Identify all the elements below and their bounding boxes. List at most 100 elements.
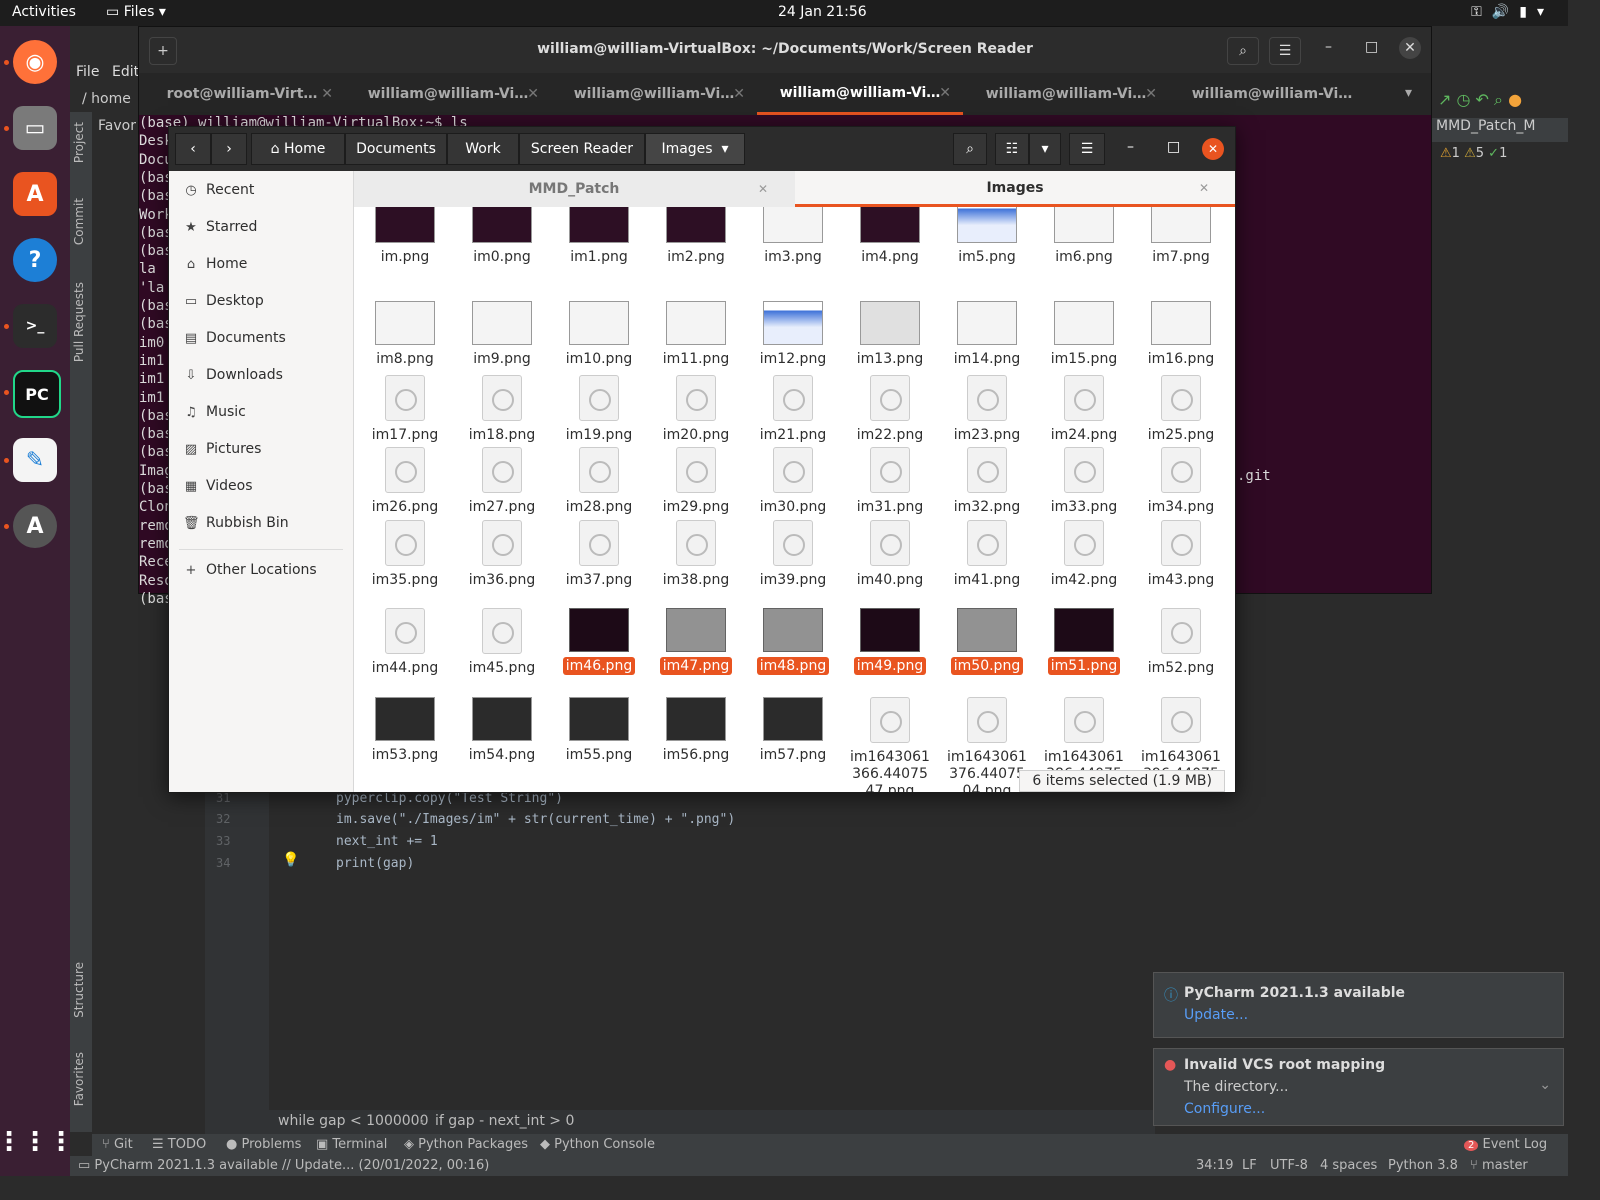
file-item[interactable]: im44.png: [358, 608, 452, 677]
sidebar-item-music[interactable]: ♫ Music: [169, 395, 353, 432]
path-images[interactable]: Images ▾: [645, 133, 745, 165]
file-item[interactable]: im30.png: [746, 447, 840, 516]
tabs-dropdown-icon[interactable]: ▾: [1405, 85, 1412, 101]
line-separator[interactable]: LF: [1242, 1158, 1257, 1173]
update-link[interactable]: Update...: [1184, 1007, 1248, 1023]
file-item[interactable]: im.png: [358, 207, 452, 266]
close-tab-icon[interactable]: ✕: [733, 86, 745, 102]
search-icon[interactable]: ⌕: [953, 133, 987, 165]
file-item[interactable]: im43.png: [1134, 520, 1228, 589]
close-tab-icon[interactable]: ✕: [527, 86, 539, 102]
close-tab-icon[interactable]: ✕: [1145, 86, 1157, 102]
path-work[interactable]: Work: [447, 133, 519, 165]
file-item[interactable]: im46.png: [552, 608, 646, 675]
event-log-button[interactable]: 2 Event Log: [1464, 1137, 1547, 1152]
notification-update[interactable]: ⓘ PyCharm 2021.1.3 available Update...: [1153, 972, 1564, 1038]
indent-setting[interactable]: 4 spaces: [1320, 1158, 1377, 1173]
file-item[interactable]: im51.png: [1037, 608, 1131, 675]
file-item[interactable]: im47.png: [649, 608, 743, 675]
tab-images[interactable]: Images ✕: [795, 171, 1235, 207]
clock[interactable]: 24 Jan 21:56: [778, 4, 867, 20]
file-item[interactable]: im35.png: [358, 520, 452, 589]
path-documents[interactable]: Documents: [345, 133, 447, 165]
file-item[interactable]: im40.png: [843, 520, 937, 589]
file-item[interactable]: im3.png: [746, 207, 840, 266]
crumb-if[interactable]: if gap - next_int > 0: [435, 1113, 574, 1129]
git-tool-button[interactable]: ⑂ Git: [102, 1137, 133, 1152]
file-item[interactable]: im56.png: [649, 697, 743, 764]
python-packages-button[interactable]: ◈ Python Packages: [404, 1137, 528, 1152]
firefox-icon[interactable]: ◉: [13, 40, 57, 84]
files-window[interactable]: ‹ › ⌂ Home Documents Work Screen Reader …: [168, 126, 1236, 793]
close-icon[interactable]: ✕: [1202, 138, 1224, 160]
code-line[interactable]: im.save("./Images/im" + str(current_time…: [336, 812, 735, 827]
search-icon[interactable]: ⌕: [1227, 37, 1259, 65]
file-item[interactable]: im20.png: [649, 375, 743, 444]
hamburger-menu-icon[interactable]: ☰: [1269, 37, 1301, 65]
file-item[interactable]: im2.png: [649, 207, 743, 266]
file-item[interactable]: im14.png: [940, 301, 1034, 368]
hamburger-menu-icon[interactable]: ☰: [1069, 133, 1105, 165]
list-view-icon[interactable]: ☷: [995, 133, 1029, 165]
file-item[interactable]: im19.png: [552, 375, 646, 444]
files-app-menu[interactable]: ▭ Files ▾: [106, 4, 166, 20]
file-item[interactable]: im10.png: [552, 301, 646, 368]
sidebar-item-other-locations[interactable]: + Other Locations: [169, 553, 353, 590]
terminal-tab-active[interactable]: william@william-Vi… ✕: [757, 73, 963, 115]
terminal-tab[interactable]: william@william-Vi… ✕: [963, 73, 1169, 115]
file-item[interactable]: im54.png: [455, 697, 549, 764]
git-branch[interactable]: ⑂ master: [1470, 1158, 1528, 1173]
minimize-icon[interactable]: –: [1127, 139, 1134, 155]
update-icon[interactable]: ●: [1508, 90, 1522, 109]
terminal-tab[interactable]: william@william-Vi… ✕: [345, 73, 551, 115]
file-item[interactable]: im24.png: [1037, 375, 1131, 444]
python-console-button[interactable]: ◆ Python Console: [540, 1137, 655, 1152]
file-encoding[interactable]: UTF-8: [1270, 1158, 1308, 1173]
python-interpreter[interactable]: Python 3.8: [1388, 1158, 1458, 1173]
toolbar-icons[interactable]: ↗ ◷ ↶ ⌕ ●: [1438, 90, 1522, 110]
files-icon[interactable]: ▭: [13, 106, 57, 150]
file-item[interactable]: im6.png: [1037, 207, 1131, 266]
notification-vcs[interactable]: ● Invalid VCS root mapping The directory…: [1153, 1048, 1564, 1126]
help-icon[interactable]: ?: [13, 238, 57, 282]
file-item[interactable]: im50.png: [940, 608, 1034, 675]
file-item[interactable]: im11.png: [649, 301, 743, 368]
code-line[interactable]: next_int += 1: [336, 834, 438, 849]
back-button[interactable]: ‹: [175, 133, 211, 165]
sidebar-item-home[interactable]: ⌂ Home: [169, 247, 353, 284]
terminal-tab[interactable]: william@william-Vi… ✕: [551, 73, 757, 115]
pull-requests-tool-tab[interactable]: Pull Requests: [72, 282, 86, 362]
structure-tool-tab[interactable]: Structure: [72, 962, 86, 1018]
file-item[interactable]: im26.png: [358, 447, 452, 516]
file-item[interactable]: im34.png: [1134, 447, 1228, 516]
file-item[interactable]: im1643061366.4407547.png: [843, 697, 937, 792]
code-line[interactable]: pyperclip.copy("Test String"): [336, 791, 563, 806]
favorites-tool-tab[interactable]: Favorites: [72, 1052, 86, 1106]
nav-crumb[interactable]: / home: [82, 91, 131, 107]
sidebar-item-documents[interactable]: ▤ Documents: [169, 321, 353, 358]
file-item[interactable]: im39.png: [746, 520, 840, 589]
file-item[interactable]: im15.png: [1037, 301, 1131, 368]
chevron-down-icon[interactable]: ⌄: [1539, 1077, 1551, 1093]
pycharm-icon[interactable]: PC: [13, 370, 61, 418]
close-tab-icon[interactable]: ✕: [758, 182, 768, 196]
file-item[interactable]: im7.png: [1134, 207, 1228, 266]
sidebar-item-videos[interactable]: ▦ Videos: [169, 469, 353, 506]
file-item[interactable]: im53.png: [358, 697, 452, 764]
software-center-icon[interactable]: A: [13, 172, 57, 216]
file-item[interactable]: im49.png: [843, 608, 937, 675]
file-item[interactable]: im55.png: [552, 697, 646, 764]
file-item[interactable]: im22.png: [843, 375, 937, 444]
code-line[interactable]: print(gap): [336, 856, 414, 871]
close-tab-icon[interactable]: ✕: [1199, 181, 1209, 195]
file-item[interactable]: im33.png: [1037, 447, 1131, 516]
forward-button[interactable]: ›: [211, 133, 247, 165]
file-item[interactable]: im36.png: [455, 520, 549, 589]
path-home[interactable]: ⌂ Home: [251, 133, 345, 165]
project-tool-tab[interactable]: Project: [72, 122, 86, 163]
file-item[interactable]: im1.png: [552, 207, 646, 266]
file-item[interactable]: im37.png: [552, 520, 646, 589]
terminal-tab[interactable]: root@william-Virt… ✕: [139, 73, 345, 115]
file-item[interactable]: im16.png: [1134, 301, 1228, 368]
file-item[interactable]: im23.png: [940, 375, 1034, 444]
